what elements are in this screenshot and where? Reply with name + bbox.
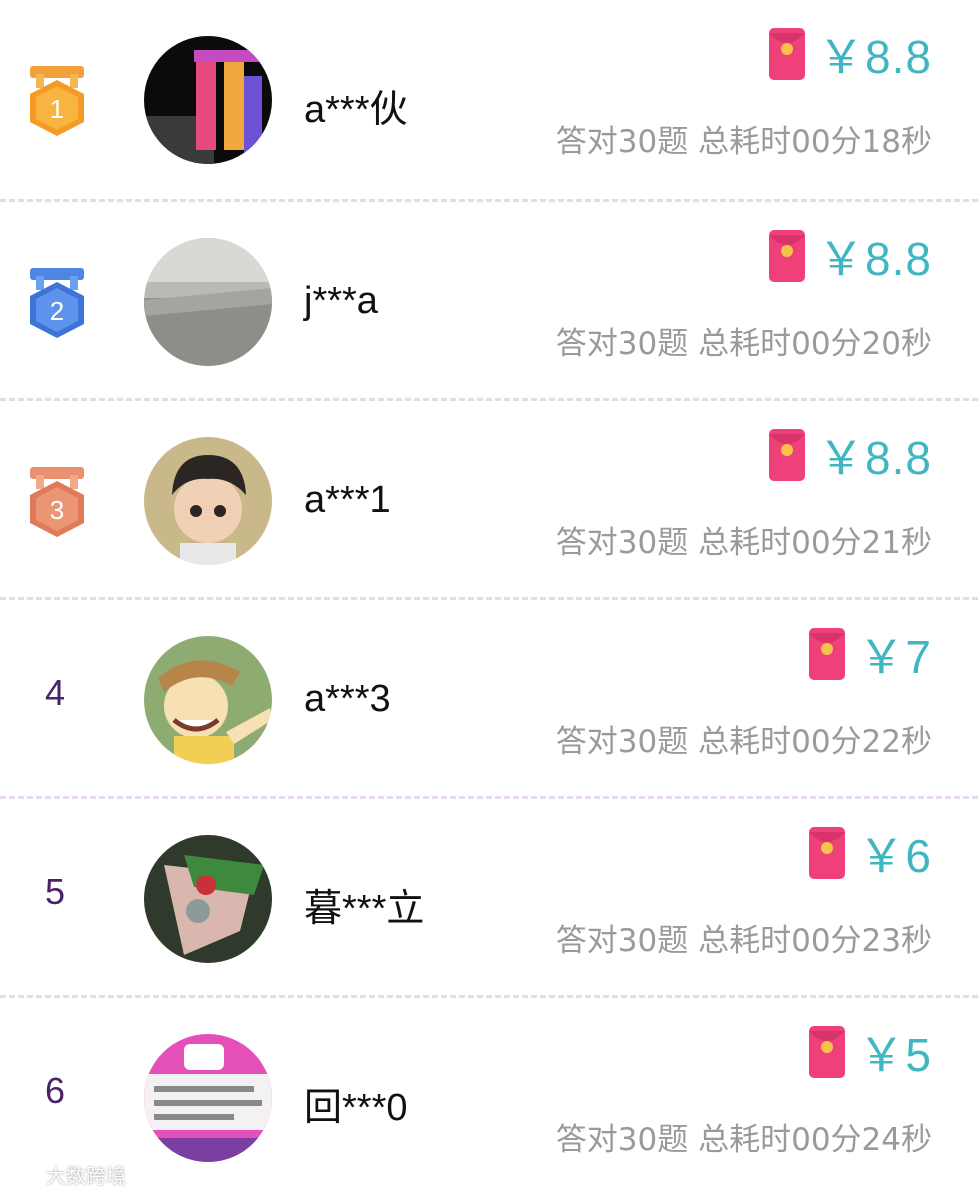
- red-envelope-icon: [809, 628, 846, 680]
- watermark-text: 大数跨境: [46, 1164, 126, 1188]
- avatar[interactable]: [144, 437, 272, 565]
- red-envelope-icon: [809, 1026, 846, 1078]
- rank-number: 4: [44, 672, 66, 713]
- red-envelope-icon: [769, 230, 806, 282]
- bronze-medal-icon: 3: [30, 467, 84, 537]
- avatar[interactable]: [144, 835, 272, 963]
- reward-amount: ￥8.8: [818, 432, 932, 484]
- reward-amount: ￥8.8: [818, 31, 932, 83]
- rank-number: 5: [44, 871, 66, 912]
- weibo-icon: [9, 1166, 40, 1186]
- username: a***3: [304, 678, 391, 720]
- red-envelope-icon: [769, 429, 806, 481]
- reward-amount: ￥7: [858, 631, 932, 683]
- silver-medal-icon: 2: [30, 268, 84, 338]
- avatar[interactable]: [144, 1034, 272, 1162]
- username: a***伙: [304, 89, 408, 131]
- username: a***1: [304, 479, 391, 521]
- leaderboard-row[interactable]: 1 a***伙 ￥8.8 答对30题 总耗时00分18秒: [0, 0, 978, 199]
- reward-amount: ￥6: [858, 830, 932, 882]
- leaderboard-row[interactable]: 4 a***3 ￥7 答对30题 总耗时00分22秒: [0, 597, 978, 796]
- result-stats: 答对30题 总耗时00分21秒: [555, 525, 932, 561]
- medal-number: 1: [50, 94, 64, 124]
- avatar[interactable]: [144, 36, 272, 164]
- reward: ￥8.8: [768, 228, 932, 285]
- red-envelope-icon: [769, 28, 806, 80]
- result-stats: 答对30题 总耗时00分22秒: [555, 724, 932, 760]
- medal-number: 3: [50, 495, 64, 525]
- username: j***a: [304, 280, 378, 322]
- watermark: 大数跨境: [8, 1160, 126, 1189]
- avatar[interactable]: [144, 238, 272, 366]
- reward: ￥8.8: [768, 427, 932, 484]
- result-stats: 答对30题 总耗时00分24秒: [555, 1122, 932, 1158]
- reward: ￥6: [808, 825, 932, 882]
- medal-number: 2: [50, 296, 64, 326]
- username: 暮***立: [304, 888, 425, 930]
- leaderboard-list: 1 a***伙 ￥8.8 答对30题 总耗时00分18秒 2 j***a ￥8.…: [0, 0, 978, 1194]
- reward: ￥7: [808, 626, 932, 683]
- reward-amount: ￥8.8: [818, 233, 932, 285]
- rank-number: 6: [44, 1070, 66, 1111]
- result-stats: 答对30题 总耗时00分18秒: [555, 124, 932, 160]
- leaderboard-row[interactable]: 3 a***1 ￥8.8 答对30题 总耗时00分21秒: [0, 398, 978, 597]
- leaderboard-row[interactable]: 6 回***0 ￥5 答对30题 总耗时00分24秒: [0, 995, 978, 1194]
- username: 回***0: [304, 1087, 408, 1129]
- result-stats: 答对30题 总耗时00分20秒: [555, 326, 932, 362]
- result-stats: 答对30题 总耗时00分23秒: [555, 923, 932, 959]
- gold-medal-icon: 1: [30, 66, 84, 136]
- red-envelope-icon: [809, 827, 846, 879]
- leaderboard-row[interactable]: 5 暮***立 ￥6 答对30题 总耗时00分23秒: [0, 796, 978, 995]
- reward-amount: ￥5: [858, 1029, 932, 1081]
- reward: ￥8.8: [768, 26, 932, 83]
- avatar[interactable]: [144, 636, 272, 764]
- leaderboard-row[interactable]: 2 j***a ￥8.8 答对30题 总耗时00分20秒: [0, 199, 978, 398]
- reward: ￥5: [808, 1024, 932, 1081]
